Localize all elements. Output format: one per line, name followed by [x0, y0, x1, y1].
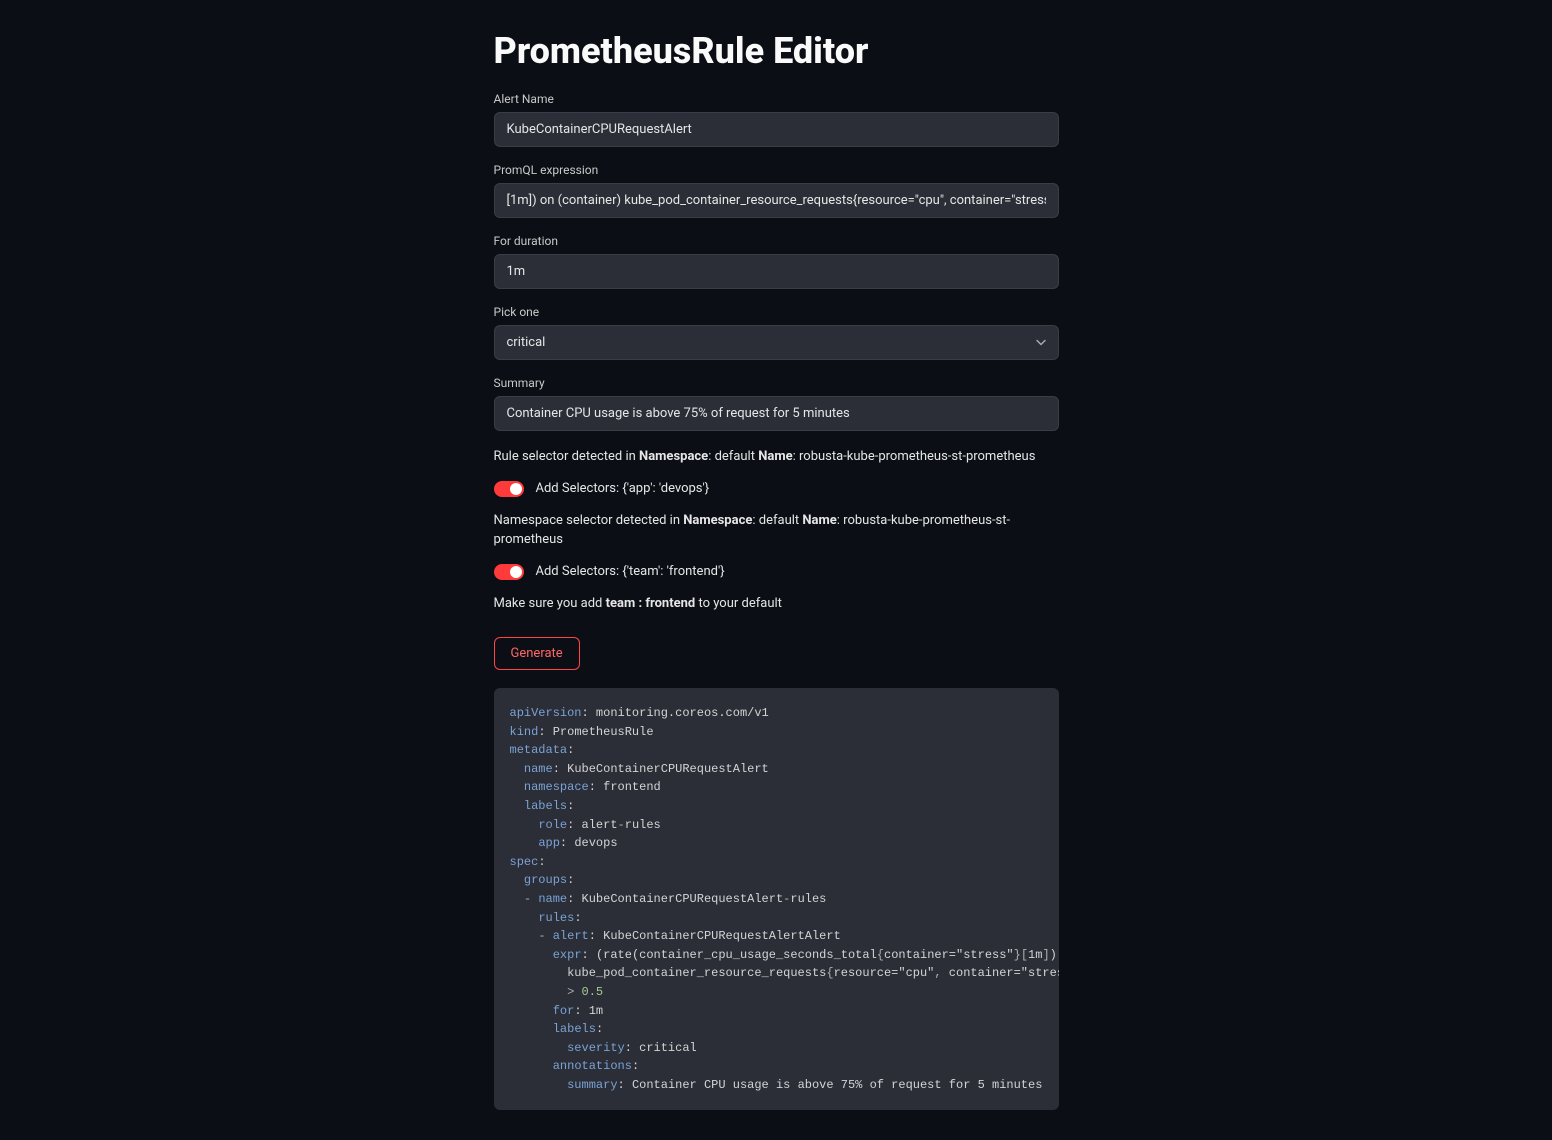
severity-select[interactable]: critical — [494, 325, 1059, 360]
yaml-output: apiVersion: monitoring.coreos.com/v1 kin… — [494, 688, 1059, 1110]
page-title: PrometheusRule Editor — [494, 30, 1059, 72]
rule-selector-info: Rule selector detected in Namespace: def… — [494, 447, 1059, 467]
add-selectors-team-label: Add Selectors: {'team': 'frontend'} — [536, 564, 725, 579]
severity-label: Pick one — [494, 305, 1059, 319]
summary-input[interactable] — [494, 396, 1059, 431]
alert-name-label: Alert Name — [494, 92, 1059, 106]
duration-label: For duration — [494, 234, 1059, 248]
promql-label: PromQL expression — [494, 163, 1059, 177]
alert-name-input[interactable] — [494, 112, 1059, 147]
add-selectors-app-label: Add Selectors: {'app': 'devops'} — [536, 481, 710, 496]
add-selectors-team-toggle[interactable] — [494, 564, 524, 580]
promql-input[interactable] — [494, 183, 1059, 218]
summary-label: Summary — [494, 376, 1059, 390]
ns-selector-info: Namespace selector detected in Namespace… — [494, 511, 1059, 550]
generate-button[interactable]: Generate — [494, 637, 580, 670]
hint-text: Make sure you add team : frontend to you… — [494, 594, 1059, 614]
duration-input[interactable] — [494, 254, 1059, 289]
add-selectors-app-toggle[interactable] — [494, 481, 524, 497]
